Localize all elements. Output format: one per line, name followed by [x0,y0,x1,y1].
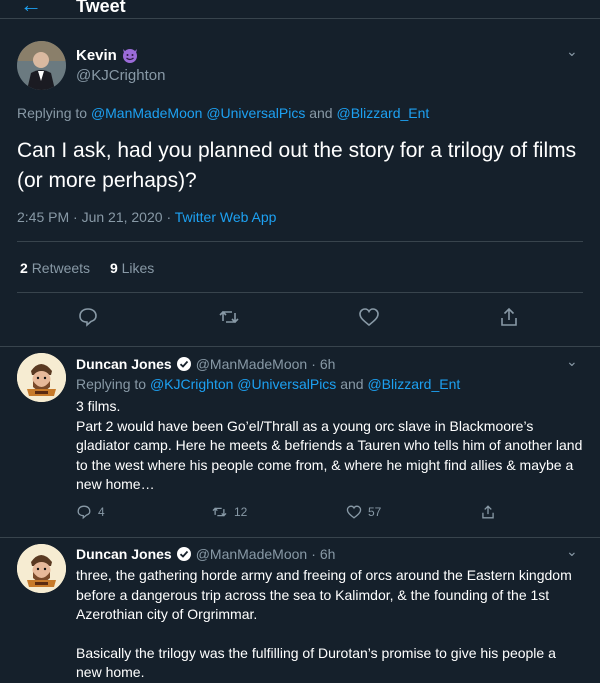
share-icon [482,505,494,519]
mention-link[interactable]: @UniversalPics [237,376,336,392]
tweet-text: Can I ask, had you planned out the story… [17,139,577,192]
relative-time[interactable]: 6h [320,546,336,562]
tweet-stats: 2 Retweets 9 Likes [20,260,154,276]
divider [17,292,583,293]
avatar[interactable] [17,353,66,402]
tweet-actions [0,306,600,330]
reply-action[interactable]: 4 [76,504,105,520]
like-icon[interactable] [358,306,380,328]
avatar[interactable] [17,544,66,593]
tweet-meta: 2:45 PM · Jun 21, 2020 · Twitter Web App [17,209,277,225]
author-handle[interactable]: @ManMadeMoon [196,546,308,562]
retweet-icon [212,507,227,517]
like-count: 57 [368,505,382,519]
avatar[interactable] [17,41,66,90]
reply-header: Duncan Jones @ManMadeMoon · 6h [76,546,336,562]
like-icon [346,505,362,519]
mention-link[interactable]: @Blizzard_Ent [336,105,429,121]
timestamp[interactable]: 2:45 PM · Jun 21, 2020 [17,209,163,225]
reply-actions: 4 12 57 [76,504,576,522]
share-action[interactable] [480,504,496,520]
tweet-text: 3 films. Part 2 would have been Go’el/Th… [76,397,584,495]
author-handle[interactable]: @KJCrighton [76,67,165,84]
tweet-paragraph: Part 2 would have been Go’el/Thrall as a… [76,417,583,493]
main-tweet: Kevin @KJCrighton ⌄ Replying to @ManMade… [0,19,600,347]
reply-tweet[interactable]: Duncan Jones @ManMadeMoon · 6h ⌄ Replyin… [0,347,600,538]
mention-link[interactable]: @Blizzard_Ent [367,376,460,392]
tweet-paragraph: 3 films. [76,398,121,414]
replying-to: Replying to @KJCrighton @UniversalPics a… [76,376,461,392]
share-icon[interactable] [498,306,520,328]
reply-count: 4 [98,505,105,519]
author-name-row: Kevin [76,46,139,64]
top-bar: ← Tweet [0,0,600,19]
arrow-left-icon[interactable]: ← [20,0,42,18]
smiling-devil-icon [122,49,137,63]
author-name[interactable]: Duncan Jones [76,356,172,372]
source-link[interactable]: Twitter Web App [175,209,277,225]
tweet-paragraph: Basically the trilogy was the fulfilling… [76,644,556,681]
likes-stat[interactable]: 9 Likes [110,260,154,276]
reply-tweet[interactable]: Duncan Jones @ManMadeMoon · 6h ⌄ three, … [0,538,600,680]
tweet-text: three, the gathering horde army and free… [76,566,584,683]
page-title: Tweet [76,0,126,16]
author-name[interactable]: Duncan Jones [76,546,172,562]
retweet-count: 12 [234,505,248,519]
mention-link[interactable]: @ManMadeMoon [91,105,203,121]
relative-time[interactable]: 6h [320,356,336,372]
like-action[interactable]: 57 [346,504,381,520]
mention-link[interactable]: @UniversalPics [206,105,305,121]
chevron-down-icon[interactable]: ⌄ [566,543,578,560]
reply-icon[interactable] [77,306,99,328]
retweets-stat[interactable]: 2 Retweets [20,260,90,276]
tweet-paragraph: three, the gathering horde army and free… [76,567,572,622]
retweet-action[interactable]: 12 [211,504,247,520]
chevron-down-icon[interactable]: ⌄ [566,353,578,370]
chevron-down-icon[interactable]: ⌄ [566,43,578,60]
verified-badge-icon [176,357,191,371]
author-name[interactable]: Kevin [76,47,117,64]
replying-to: Replying to @ManMadeMoon @UniversalPics … [17,105,430,121]
divider [17,241,583,242]
verified-badge-icon [176,547,191,561]
retweet-icon[interactable] [218,306,240,328]
mention-link[interactable]: @KJCrighton [150,376,233,392]
reply-header: Duncan Jones @ManMadeMoon · 6h [76,356,336,372]
reply-icon [77,505,91,520]
author-handle[interactable]: @ManMadeMoon [196,356,308,372]
